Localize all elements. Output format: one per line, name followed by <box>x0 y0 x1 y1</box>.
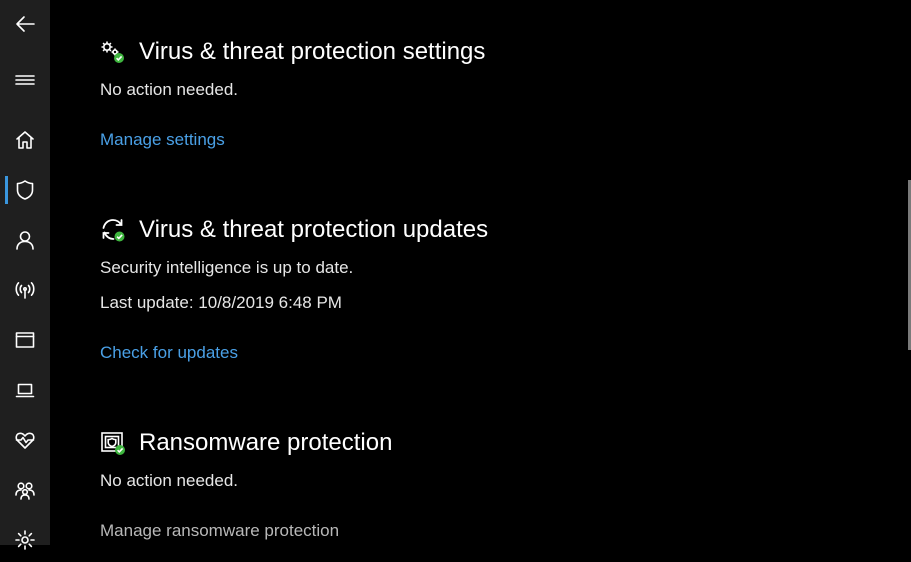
updates-title: Virus & threat protection updates <box>139 216 489 243</box>
settings-header: Virus & threat protection settings <box>100 34 485 70</box>
family-icon <box>15 482 35 500</box>
last-update-text: Last update: 10/8/2019 6:48 PM <box>100 293 342 312</box>
menu-button[interactable] <box>0 58 50 102</box>
updates-status: Security intelligence is up to date. <box>100 258 354 277</box>
back-arrow-icon <box>16 16 35 32</box>
wireless-icon <box>15 282 35 299</box>
shield-icon <box>16 180 34 200</box>
updates-header: Virus & threat protection updates <box>100 212 488 248</box>
laptop-icon <box>15 383 35 398</box>
heart-pulse-icon <box>15 432 35 449</box>
ransomware-title: Ransomware protection <box>139 429 393 456</box>
nav-sidebar <box>0 0 50 550</box>
settings-status: No action needed. <box>100 80 238 99</box>
hamburger-menu-icon <box>15 75 35 85</box>
settings-section: Virus & threat protection settings No ac… <box>100 34 485 149</box>
browser-window-icon <box>15 332 35 348</box>
check-for-updates-link[interactable]: Check for updates <box>100 343 238 363</box>
main-content: Virus & threat protection settings No ac… <box>50 0 911 545</box>
gear-icon <box>15 530 35 550</box>
nav-account-protection[interactable] <box>0 218 50 262</box>
manage-settings-link[interactable]: Manage settings <box>100 130 225 150</box>
nav-settings[interactable] <box>0 518 50 562</box>
settings-title: Virus & threat protection settings <box>139 38 486 65</box>
manage-ransomware-link[interactable]: Manage ransomware protection <box>100 521 339 541</box>
home-icon <box>16 131 34 149</box>
ransomware-check-icon <box>100 430 126 456</box>
refresh-check-icon <box>100 217 126 243</box>
nav-family-options[interactable] <box>0 468 50 512</box>
updates-section: Virus & threat protection updates Securi… <box>100 212 488 362</box>
person-icon <box>16 231 34 250</box>
nav-virus-threat-protection[interactable] <box>0 168 50 212</box>
ransomware-header: Ransomware protection <box>100 425 392 461</box>
nav-firewall-network[interactable] <box>0 268 50 312</box>
nav-device-performance-health[interactable] <box>0 418 50 462</box>
back-button[interactable] <box>0 2 50 46</box>
ransomware-status: No action needed. <box>100 471 238 490</box>
ransomware-section: Ransomware protection No action needed. … <box>100 425 392 540</box>
gears-check-icon <box>100 39 126 65</box>
nav-app-browser-control[interactable] <box>0 318 50 362</box>
nav-device-security[interactable] <box>0 368 50 412</box>
nav-home[interactable] <box>0 118 50 162</box>
